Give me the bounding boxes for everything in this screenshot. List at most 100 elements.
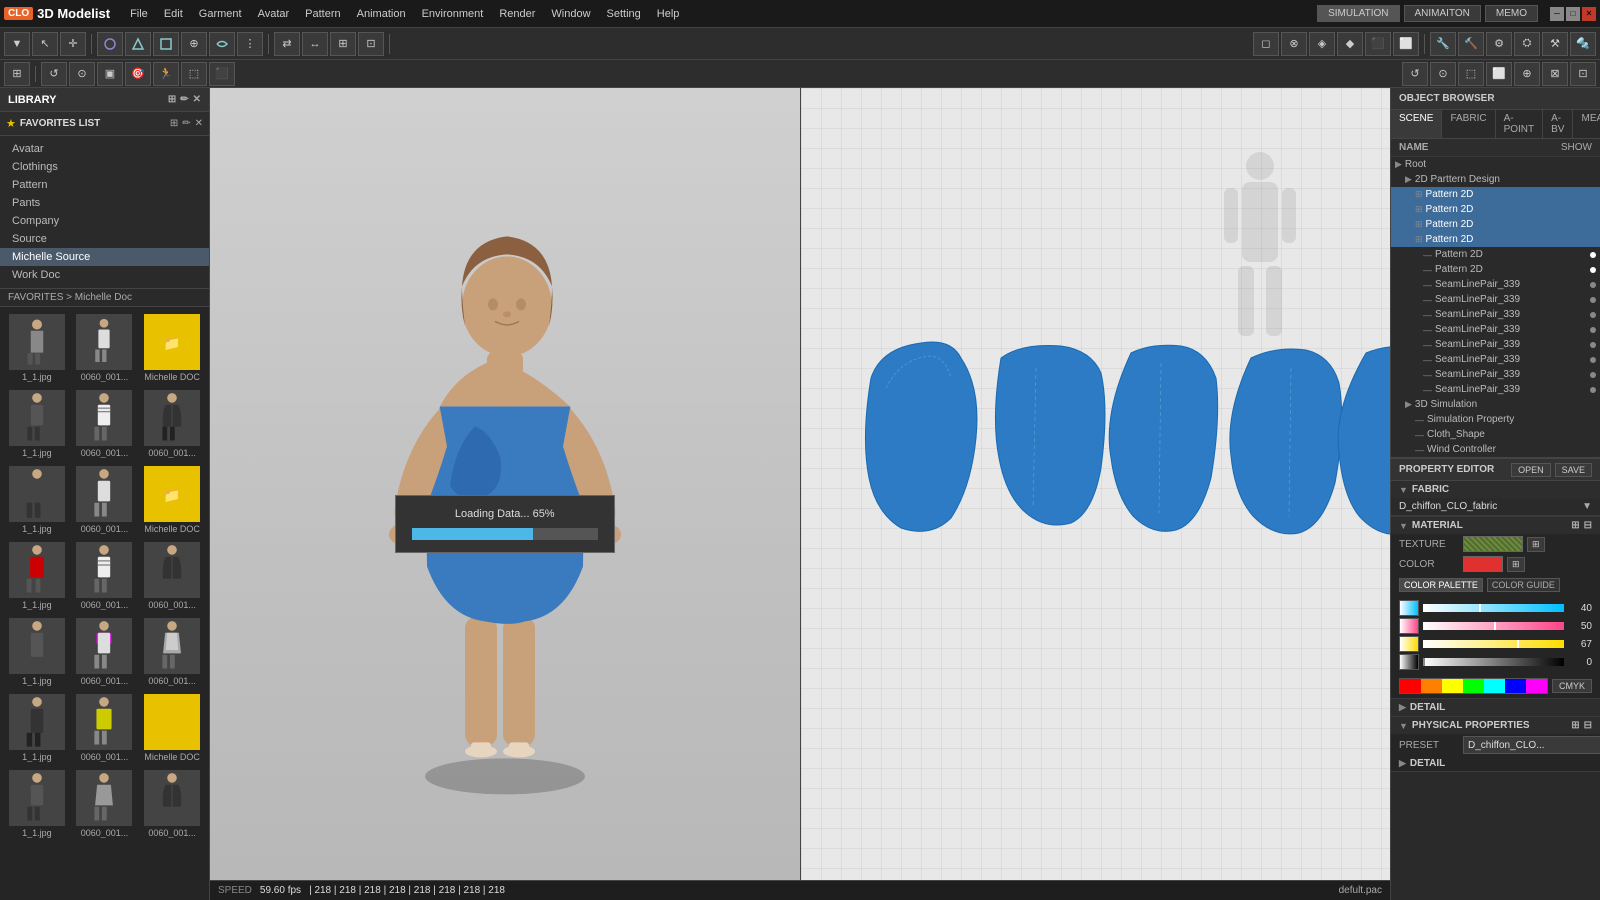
tb2-l1[interactable]: ↺	[41, 62, 67, 86]
tab-fabric[interactable]: FABRIC	[1442, 110, 1495, 138]
tb2-grid[interactable]: ⊞	[4, 62, 30, 86]
tree-2d-design[interactable]: ▶ 2D Parttern Design	[1391, 172, 1600, 187]
tree-seam-6[interactable]: — SeamLinePair_339	[1391, 352, 1600, 367]
preset-value[interactable]	[1463, 736, 1600, 754]
menu-help[interactable]: Help	[649, 6, 688, 22]
tb-r11[interactable]: ⚒	[1542, 32, 1568, 56]
lib-thumb-8[interactable]: 📁 Michelle DOC	[139, 463, 205, 537]
tree-wind-ctrl[interactable]: — Wind Controller	[1391, 442, 1600, 457]
viewport-3d[interactable]: Loading Data... 65%	[210, 88, 801, 880]
lib-nav-avatar[interactable]: Avatar	[0, 140, 209, 158]
material-section-title[interactable]: ▼ MATERIAL ⊞ ⊟	[1391, 517, 1600, 534]
tb2-r4[interactable]: ⬜	[1486, 62, 1512, 86]
cmyk-y-slider[interactable]	[1423, 640, 1564, 648]
tb2-l2[interactable]: ⊙	[69, 62, 95, 86]
phys-expand-btn[interactable]: ⊞	[1571, 720, 1579, 731]
material-expand-btn[interactable]: ⊞	[1571, 520, 1579, 531]
lib-nav-pattern[interactable]: Pattern	[0, 176, 209, 194]
tb-tool3[interactable]	[153, 32, 179, 56]
tb2-r7[interactable]: ⊡	[1570, 62, 1596, 86]
tree-seam-1[interactable]: — SeamLinePair_339	[1391, 277, 1600, 292]
cmyk-m-slider[interactable]	[1423, 622, 1564, 630]
tb-move[interactable]: ✛	[60, 32, 86, 56]
tree-pattern2d-6[interactable]: — Pattern 2D	[1391, 262, 1600, 277]
lib-thumb-4[interactable]: 0060_001...	[72, 387, 138, 461]
lib-thumb-5[interactable]: 0060_001...	[139, 387, 205, 461]
menu-pattern[interactable]: Pattern	[297, 6, 348, 22]
maximize-btn[interactable]: □	[1566, 7, 1580, 21]
lib-icon3[interactable]: ✕	[193, 94, 201, 105]
menu-edit[interactable]: Edit	[156, 6, 191, 22]
tb2-l7[interactable]: ⬛	[209, 62, 235, 86]
tb2-r2[interactable]: ⊙	[1430, 62, 1456, 86]
tab-apoint[interactable]: A-POINT	[1496, 110, 1544, 138]
tree-3d-sim[interactable]: ▶ 3D Simulation	[1391, 397, 1600, 412]
detail-title[interactable]: ▶ DETAIL	[1391, 699, 1600, 716]
save-btn[interactable]: SAVE	[1555, 463, 1592, 477]
tree-root[interactable]: ▶ Root	[1391, 157, 1600, 172]
animation-btn[interactable]: ANIMAITON	[1404, 5, 1481, 22]
fav-icon2[interactable]: ✏	[182, 118, 190, 129]
lib-nav-source[interactable]: Source	[0, 230, 209, 248]
tb-r5[interactable]: ⬛	[1365, 32, 1391, 56]
color-expand[interactable]: ⊞	[1507, 557, 1525, 572]
lib-thumb-10[interactable]: 0060_001...	[72, 539, 138, 613]
tree-sim-prop[interactable]: — Simulation Property	[1391, 412, 1600, 427]
cmyk-c-slider[interactable]	[1423, 604, 1564, 612]
menu-environment[interactable]: Environment	[414, 6, 492, 22]
lib-thumb-7[interactable]: 0060_001...	[72, 463, 138, 537]
lib-thumb-1[interactable]: 0060_001...	[72, 311, 138, 385]
texture-expand[interactable]: ⊞	[1527, 537, 1545, 552]
tb2-l4[interactable]: 🎯	[125, 62, 151, 86]
menu-setting[interactable]: Setting	[599, 6, 649, 22]
tb-tool10[interactable]: ⊡	[358, 32, 384, 56]
cp-tab-palette[interactable]: COLOR PALETTE	[1399, 578, 1483, 592]
lib-nav-michelle-source[interactable]: Michelle Source	[0, 248, 209, 266]
tb-tool2[interactable]	[125, 32, 151, 56]
fav-icon1[interactable]: ⊞	[170, 118, 178, 129]
object-tree[interactable]: ▶ Root ▶ 2D Parttern Design ⊞ Pattern 2D	[1391, 157, 1600, 457]
close-btn[interactable]: ✕	[1582, 7, 1596, 21]
tab-measure[interactable]: MEASURE	[1573, 110, 1600, 138]
tb-tool8[interactable]: ↔	[302, 32, 328, 56]
tb2-r6[interactable]: ⊠	[1542, 62, 1568, 86]
tb-select[interactable]: ↖	[32, 32, 58, 56]
tree-seam-8[interactable]: — SeamLinePair_339	[1391, 382, 1600, 397]
menu-animation[interactable]: Animation	[349, 6, 414, 22]
lib-thumb-15[interactable]: 1_1.jpg	[4, 691, 70, 765]
fav-icon3[interactable]: ✕	[195, 118, 203, 129]
color-swatch[interactable]	[1463, 556, 1503, 572]
lib-thumb-0[interactable]: 1_1.jpg	[4, 311, 70, 385]
fabric-section-title[interactable]: ▼ FABRIC	[1391, 481, 1600, 498]
tb-tool7[interactable]: ⇄	[274, 32, 300, 56]
tb-tool1[interactable]	[97, 32, 123, 56]
menu-garment[interactable]: Garment	[191, 6, 250, 22]
tree-pattern2d-4[interactable]: ⊞ Pattern 2D	[1391, 232, 1600, 247]
tree-pattern2d-5[interactable]: — Pattern 2D	[1391, 247, 1600, 262]
tab-abv[interactable]: A-BV	[1543, 110, 1573, 138]
lib-thumb-12[interactable]: 1_1.jpg	[4, 615, 70, 689]
tb2-r1[interactable]: ↺	[1402, 62, 1428, 86]
lib-thumb-11[interactable]: 0060_001...	[139, 539, 205, 613]
lib-thumb-13[interactable]: 0060_001...	[72, 615, 138, 689]
lib-thumb-18[interactable]: 1_1.jpg	[4, 767, 70, 841]
lib-thumb-3[interactable]: 1_1.jpg	[4, 387, 70, 461]
tb2-l6[interactable]: ⬚	[181, 62, 207, 86]
lib-thumb-17[interactable]: Michelle DOC	[139, 691, 205, 765]
tree-seam-3[interactable]: — SeamLinePair_339	[1391, 307, 1600, 322]
lib-nav-company[interactable]: Company	[0, 212, 209, 230]
lib-icon2[interactable]: ✏	[180, 94, 188, 105]
tb-r7[interactable]: 🔧	[1430, 32, 1456, 56]
tb2-l3[interactable]: ▣	[97, 62, 123, 86]
physical-props-title[interactable]: ▼ PHYSICAL PROPERTIES ⊞ ⊟	[1391, 717, 1600, 734]
tree-pattern2d-2[interactable]: ⊞ Pattern 2D	[1391, 202, 1600, 217]
tb-r4[interactable]: ◆	[1337, 32, 1363, 56]
tb2-r5[interactable]: ⊕	[1514, 62, 1540, 86]
lib-thumb-16[interactable]: 0060_001...	[72, 691, 138, 765]
tree-pattern2d-3[interactable]: ⊞ Pattern 2D	[1391, 217, 1600, 232]
tree-seam-5[interactable]: — SeamLinePair_339	[1391, 337, 1600, 352]
lib-nav-pants[interactable]: Pants	[0, 194, 209, 212]
menu-avatar[interactable]: Avatar	[250, 6, 298, 22]
lib-thumb-20[interactable]: 0060_001...	[139, 767, 205, 841]
tb-r9[interactable]: ⚙	[1486, 32, 1512, 56]
